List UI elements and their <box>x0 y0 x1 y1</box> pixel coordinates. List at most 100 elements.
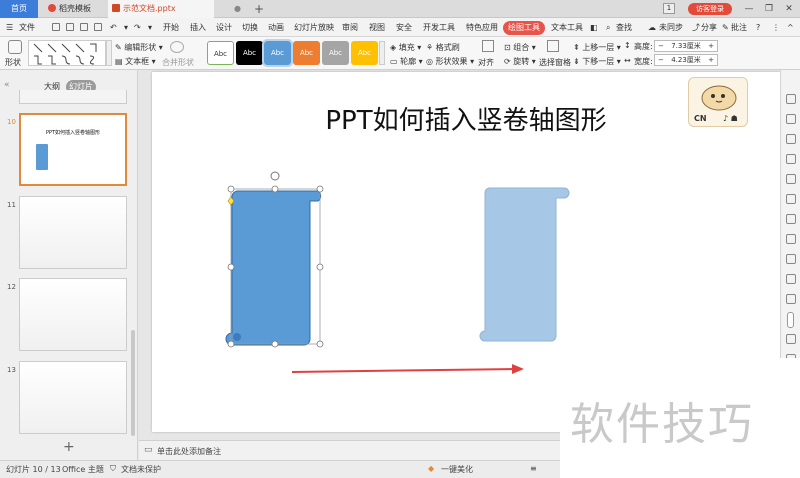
sidebar-shape-icon[interactable] <box>786 134 796 144</box>
menu-insert[interactable]: 插入 <box>190 21 206 35</box>
cloud-icon[interactable]: ☁ <box>648 21 656 35</box>
preview-icon[interactable] <box>94 23 102 31</box>
undo-dropdown-icon[interactable]: ▾ <box>124 21 128 35</box>
menu-view[interactable]: 视图 <box>369 21 385 35</box>
sidebar-copy-icon[interactable] <box>786 114 796 124</box>
sidebar-more-icon[interactable] <box>786 294 796 304</box>
style-sample-black[interactable]: Abc <box>236 41 263 65</box>
textbox-button[interactable]: ▤ 文本框 ▾ <box>115 56 156 67</box>
send-backward-button[interactable]: ⇟ 下移一层 ▾ <box>573 56 621 67</box>
document-tab[interactable]: 示范文档.pptx <box>108 0 214 18</box>
slide-thumb-11[interactable] <box>19 196 127 269</box>
more-quick-icon[interactable]: ▾ <box>148 21 152 35</box>
collapse-ribbon-icon[interactable]: ^ <box>787 21 794 35</box>
notes-view-icon[interactable]: ≡ <box>530 464 537 473</box>
menu-developer[interactable]: 开发工具 <box>423 21 455 35</box>
sidebar-scroll[interactable] <box>787 312 794 328</box>
style-gallery-scroll[interactable] <box>379 41 385 65</box>
export-icon[interactable] <box>80 23 88 31</box>
rotate-button[interactable]: ⟳ 旋转 ▾ <box>504 56 536 67</box>
selection-pane-button[interactable]: 选择窗格 <box>539 57 571 68</box>
ribbon-toggle-icon[interactable]: ◧ <box>590 21 598 35</box>
more-icon[interactable]: ⋮ <box>772 21 780 35</box>
align-icon[interactable] <box>482 40 494 52</box>
template-tab[interactable]: 稻壳模板 <box>40 0 100 18</box>
share-icon[interactable]: ⤴ <box>692 21 700 35</box>
width-plus[interactable]: + <box>708 55 714 66</box>
notes-placeholder[interactable]: 单击此处添加备注 <box>157 446 221 457</box>
sidebar-chart-icon[interactable] <box>786 214 796 224</box>
menu-features[interactable]: 特色应用 <box>466 21 498 35</box>
style-sample-gold[interactable]: Abc <box>351 41 378 65</box>
width-field[interactable]: − 4.23厘米 + <box>654 54 718 66</box>
save-icon[interactable] <box>52 23 60 31</box>
beautify-button[interactable]: 一键美化 <box>441 464 473 475</box>
align-button[interactable]: 对齐 <box>478 57 494 68</box>
sidebar-select-icon[interactable] <box>786 94 796 104</box>
merge-shape-button[interactable]: 合并形状 <box>162 57 194 68</box>
menu-slideshow[interactable]: 幻灯片放映 <box>294 21 334 35</box>
search-icon[interactable]: ⌕ <box>606 21 610 35</box>
help-icon[interactable]: ? <box>756 21 760 35</box>
width-minus[interactable]: − <box>658 55 664 66</box>
search-label[interactable]: 查找 <box>616 21 632 35</box>
style-sample-blue[interactable]: Abc <box>262 39 293 67</box>
rotate-handle[interactable] <box>270 171 280 181</box>
sidebar-settings-icon[interactable] <box>786 274 796 284</box>
bring-forward-button[interactable]: ⇞ 上移一层 ▾ <box>573 42 621 53</box>
sidebar-animation-icon[interactable] <box>786 334 796 344</box>
slide-thumb-prev[interactable] <box>19 90 127 104</box>
print-icon[interactable] <box>66 23 74 31</box>
minimize-button[interactable]: — <box>740 0 758 18</box>
sidebar-fill-icon[interactable] <box>786 154 796 164</box>
undo-icon[interactable]: ↶ <box>110 21 117 35</box>
share-button[interactable]: 分享 <box>701 21 717 35</box>
vertical-scroll-shape-selected[interactable] <box>225 190 322 346</box>
gallery-scroll[interactable] <box>106 40 112 66</box>
slide-thumb-13[interactable] <box>19 361 127 434</box>
protect-status[interactable]: 文档未保护 <box>121 464 161 475</box>
comment-icon[interactable]: ✎ <box>722 21 729 35</box>
sidebar-image-icon[interactable] <box>786 194 796 204</box>
style-sample-white[interactable]: Abc <box>207 41 234 65</box>
sidebar-crop-icon[interactable] <box>786 254 796 264</box>
redo-icon[interactable]: ↷ <box>134 21 141 35</box>
shape-gallery[interactable] <box>28 40 106 66</box>
add-slide-button[interactable]: + <box>63 439 75 455</box>
menu-transition[interactable]: 切换 <box>242 21 258 35</box>
selection-pane-icon[interactable] <box>547 40 559 52</box>
sidebar-table-icon[interactable] <box>786 174 796 184</box>
menu-start[interactable]: 开始 <box>163 21 179 35</box>
theme-name[interactable]: Office 主题 <box>62 464 104 475</box>
edit-shape-button[interactable]: ✎ 编辑形状 ▾ <box>115 42 163 53</box>
menu-animation[interactable]: 动画 <box>268 21 284 35</box>
style-sample-orange[interactable]: Abc <box>293 41 320 65</box>
menu-text-tools[interactable]: 文本工具 <box>551 21 583 35</box>
menu-security[interactable]: 安全 <box>396 21 412 35</box>
comment-button[interactable]: 批注 <box>731 21 747 35</box>
maximize-button[interactable]: ❐ <box>760 0 778 18</box>
panel-scrollbar[interactable] <box>131 330 135 436</box>
close-button[interactable]: ✕ <box>780 0 798 18</box>
shape-button[interactable]: 形状 <box>5 57 21 68</box>
menu-design[interactable]: 设计 <box>216 21 232 35</box>
collapse-panel-icon[interactable]: « <box>4 80 10 90</box>
style-sample-gray[interactable]: Abc <box>322 41 349 65</box>
outline-button[interactable]: ▭ 轮廓 ▾ <box>390 56 423 67</box>
shape-icon[interactable] <box>8 40 22 54</box>
merge-shape-icon[interactable] <box>170 41 184 53</box>
format-brush-button[interactable]: ⚘ 格式刷 <box>426 42 460 53</box>
group-button[interactable]: ⊡ 组合 ▾ <box>504 42 536 53</box>
file-menu[interactable]: 文件 <box>19 21 35 35</box>
new-tab-button[interactable]: + <box>252 0 266 18</box>
height-minus[interactable]: − <box>658 41 664 52</box>
sidebar-grid-icon[interactable] <box>786 234 796 244</box>
window-count-badge[interactable]: 1 <box>663 3 675 14</box>
shape-effect-button[interactable]: ◎ 形状效果 ▾ <box>426 56 474 67</box>
fill-button[interactable]: ◈ 填充 ▾ <box>390 42 421 53</box>
slide-thumb-12[interactable] <box>19 278 127 351</box>
height-plus[interactable]: + <box>708 41 714 52</box>
login-button[interactable]: 访客登录 <box>688 3 732 15</box>
slide-thumb-10[interactable]: PPT如何插入竖卷轴图形 <box>19 113 127 186</box>
hamburger-icon[interactable]: ☰ <box>6 21 13 35</box>
